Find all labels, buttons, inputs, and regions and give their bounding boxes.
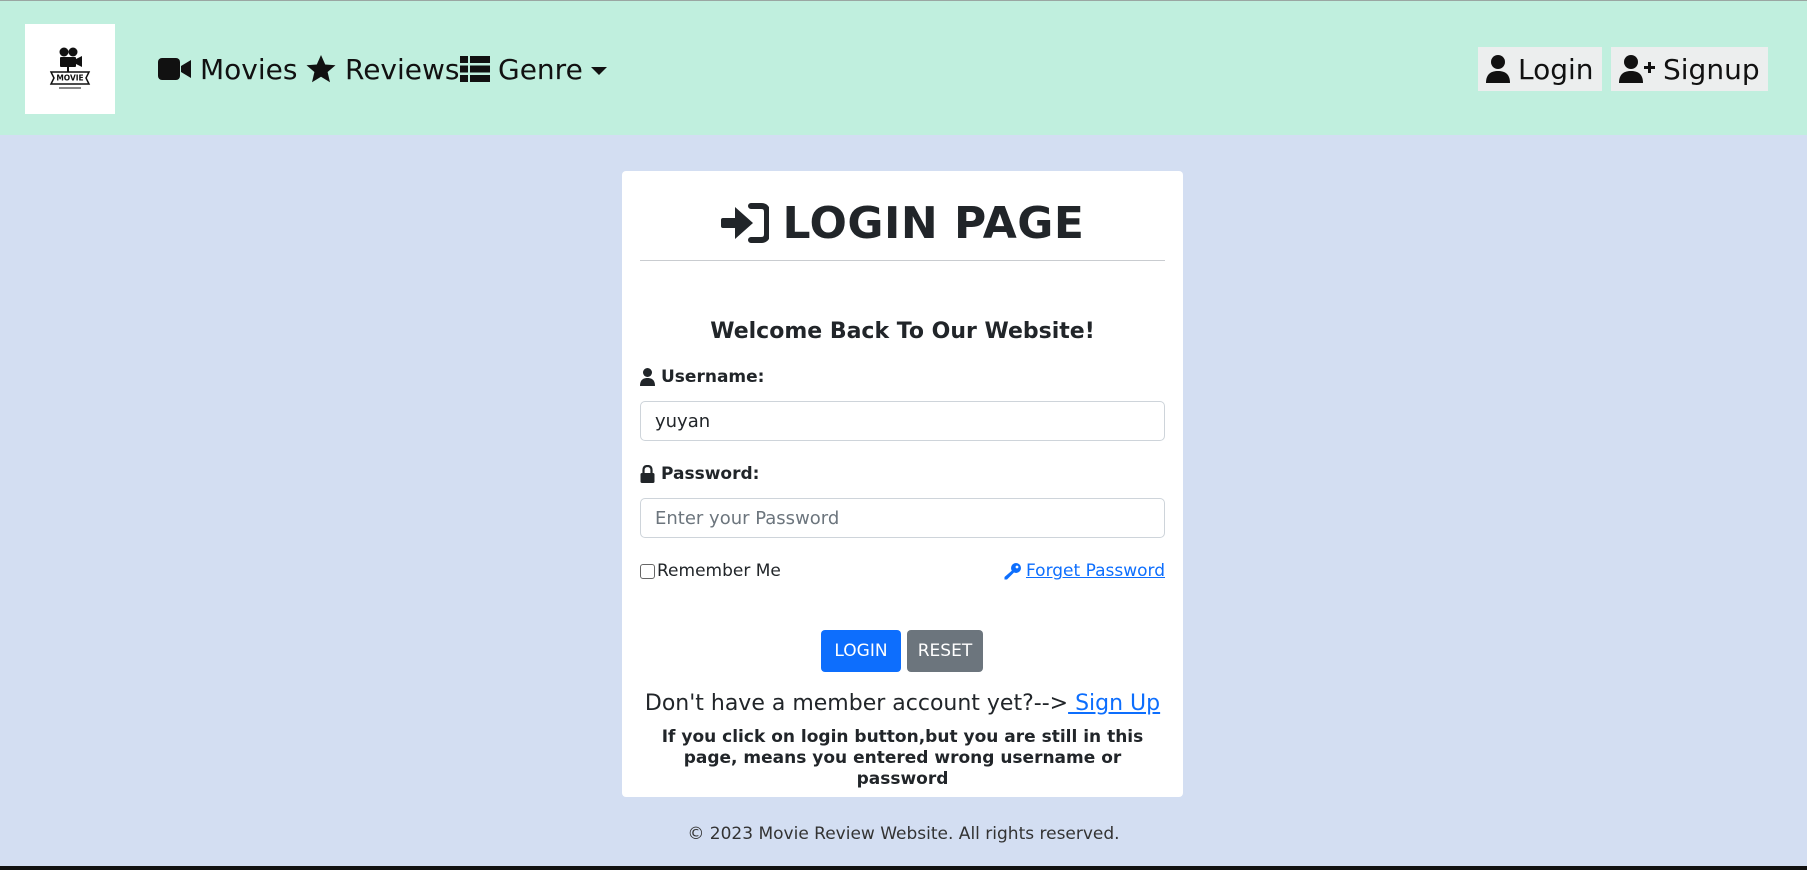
list-icon <box>460 56 490 82</box>
nav-link-reviews[interactable]: Reviews <box>305 49 460 89</box>
footer: © 2023 Movie Review Website. All rights … <box>0 824 1807 844</box>
nav-link-movies[interactable]: Movies <box>158 49 297 89</box>
nav-link-label: Reviews <box>345 52 460 86</box>
nav-link-genre-dropdown[interactable]: Genre <box>460 49 607 89</box>
footer-text: © 2023 Movie Review Website. All rights … <box>687 824 1120 844</box>
welcome-heading: Welcome Back To Our Website! <box>710 319 1095 344</box>
nav-link-label: Movies <box>200 52 298 86</box>
page-title-text: LOGIN PAGE <box>782 197 1085 249</box>
video-camera-icon <box>158 58 191 80</box>
logo-text: MOVIE <box>56 74 83 83</box>
caret-down-icon <box>590 67 607 75</box>
user-icon <box>1486 55 1510 83</box>
page-title: LOGIN PAGE <box>622 193 1183 253</box>
username-label: Username: <box>640 367 764 387</box>
signup-nav-label: Signup <box>1663 52 1760 86</box>
username-input[interactable] <box>640 401 1165 441</box>
login-nav-button[interactable]: Login <box>1478 47 1602 91</box>
password-label-text: Password: <box>661 464 760 484</box>
reset-button[interactable]: RESET <box>907 630 983 672</box>
nav-link-label: Genre <box>498 52 583 86</box>
login-card: LOGIN PAGE Welcome Back To Our Website! … <box>622 171 1183 797</box>
forget-password-link[interactable]: Forget Password <box>1004 561 1165 581</box>
forget-password-label: Forget Password <box>1026 561 1165 581</box>
movie-camera-logo-icon: MOVIE <box>49 47 91 89</box>
sign-in-icon <box>720 203 769 243</box>
password-input[interactable] <box>640 498 1165 538</box>
lock-icon <box>640 465 655 483</box>
signup-prompt: Don't have a member account yet?--> Sign… <box>622 691 1183 716</box>
login-button[interactable]: LOGIN <box>821 630 901 672</box>
key-icon <box>1004 563 1021 580</box>
navbar: MOVIE Movies Reviews Genre Login Signup <box>0 1 1807 135</box>
remember-me-checkbox[interactable] <box>640 563 655 579</box>
brand-logo[interactable]: MOVIE <box>25 24 115 114</box>
user-plus-icon <box>1619 55 1655 83</box>
username-label-text: Username: <box>661 367 765 387</box>
password-label: Password: <box>640 464 759 484</box>
signup-prompt-text: Don't have a member account yet?--> <box>644 691 1069 716</box>
login-hint-note: If you click on login button,but you are… <box>661 727 1144 789</box>
remember-me: Remember Me <box>640 561 781 581</box>
remember-me-label: Remember Me <box>657 561 781 581</box>
user-icon <box>640 368 655 386</box>
star-icon <box>306 55 336 83</box>
signup-nav-button[interactable]: Signup <box>1611 47 1768 91</box>
signup-link[interactable]: Sign Up <box>1068 691 1160 716</box>
title-divider <box>640 260 1165 261</box>
bottom-border <box>0 866 1807 870</box>
login-nav-label: Login <box>1518 52 1594 86</box>
